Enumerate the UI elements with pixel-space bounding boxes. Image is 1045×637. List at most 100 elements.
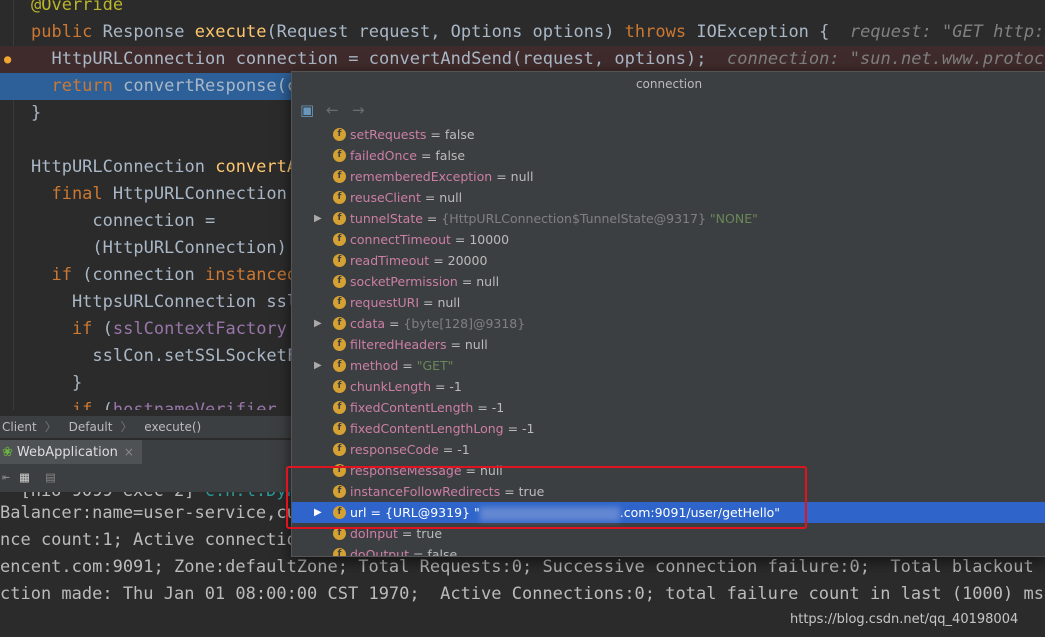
watermark-text: https://blog.csdn.net/qq_40198004 — [790, 612, 1019, 627]
code-token: final — [31, 184, 113, 204]
highlight-annotation-box — [286, 466, 807, 529]
code-token: sslCon.setSSLSocketF — [31, 346, 298, 366]
field-value: = null — [492, 169, 534, 184]
code-token: execute — [194, 22, 267, 42]
expand-arrow-icon[interactable]: ▶ — [314, 355, 322, 376]
field-name: failedOnce — [350, 148, 417, 163]
field-value: = false — [426, 127, 475, 142]
code-token: if — [31, 400, 103, 410]
field-row-chunkLength[interactable]: f chunkLength = -1 — [292, 376, 1045, 397]
field-row-reuseClient[interactable]: f reuseClient = null — [292, 187, 1045, 208]
field-name: fixedContentLength — [350, 400, 474, 415]
field-icon: f — [333, 212, 346, 225]
code-token: } — [31, 373, 83, 393]
field-name: doOutput — [350, 547, 410, 557]
popup-title: connection — [292, 72, 1045, 96]
field-row-cdata[interactable]: ▶ f cdata = {byte[128]@9318} — [292, 313, 1045, 334]
field-string: "NONE" — [705, 211, 758, 226]
field-value: = null — [457, 274, 500, 289]
lightbulb-icon[interactable]: ● — [4, 53, 15, 66]
field-row-doOutput[interactable]: f doOutput = false — [292, 544, 1045, 557]
field-name: rememberedException — [350, 169, 493, 184]
code-token: ( — [102, 400, 113, 410]
field-row-fixedContentLengthLong[interactable]: f fixedContentLengthLong = -1 — [292, 418, 1045, 439]
field-value: = false — [409, 547, 458, 557]
field-icon: f — [333, 149, 346, 162]
console-text: Balancer:name=user-service,cur — [0, 503, 308, 523]
field-value: = — [385, 316, 404, 331]
field-icon: f — [333, 422, 346, 435]
table-icon[interactable]: ▦ — [20, 468, 29, 486]
code-token: ( — [102, 319, 113, 339]
field-string: "GET" — [416, 358, 454, 373]
field-row-connectTimeout[interactable]: f connectTimeout = 10000 — [292, 229, 1045, 250]
run-tab-webapplication[interactable]: ❀ WebApplication × — [0, 440, 142, 466]
field-name: setRequests — [350, 127, 427, 142]
code-token: throws — [624, 22, 697, 42]
field-name: cdata — [350, 316, 386, 331]
code-token: HttpURLConnection — [31, 157, 216, 177]
code-token: convertResponse(c — [123, 76, 298, 96]
run-tab-label: WebApplication — [16, 445, 118, 460]
field-name: responseCode — [350, 442, 439, 457]
field-value: = null — [420, 190, 463, 205]
code-token: (Request request, Options options) — [266, 22, 625, 42]
field-value: = -1 — [503, 421, 535, 436]
code-token: instanceo — [205, 265, 298, 285]
code-line[interactable]: public Response execute(Request request,… — [0, 19, 1045, 46]
field-icon: f — [333, 128, 346, 141]
field-row-fixedContentLength[interactable]: f fixedContentLength = -1 — [292, 397, 1045, 418]
field-icon: f — [333, 233, 346, 246]
field-row-method[interactable]: ▶ f method = "GET" — [292, 355, 1045, 376]
code-token: connection = — [31, 211, 216, 231]
field-row-failedOnce[interactable]: f failedOnce = false — [292, 145, 1045, 166]
field-row-filteredHeaders[interactable]: f filteredHeaders = null — [292, 334, 1045, 355]
field-name: tunnelState — [350, 211, 423, 226]
field-icon: f — [333, 191, 346, 204]
code-token: return — [31, 76, 124, 96]
field-row-tunnelState[interactable]: ▶ f tunnelState = {HttpURLConnection$Tunne… — [292, 208, 1045, 229]
field-value: = null — [446, 337, 488, 352]
breadcrumb-item-method[interactable]: execute() — [144, 420, 201, 434]
layout-icon[interactable]: ▤ — [46, 468, 55, 486]
code-token: public — [31, 22, 103, 42]
back-arrow-icon[interactable]: ← — [326, 101, 339, 119]
field-row-responseCode[interactable]: f responseCode = -1 — [292, 439, 1045, 460]
field-value: = 10000 — [450, 232, 510, 247]
field-name: connectTimeout — [350, 232, 451, 247]
code-line[interactable]: HttpURLConnection connection = convertAn… — [0, 46, 1045, 73]
code-token: HttpURLConnection — [112, 184, 287, 204]
close-icon[interactable]: × — [124, 445, 134, 459]
code-token: (connection — [82, 265, 206, 285]
field-icon: f — [333, 380, 346, 393]
expand-arrow-icon[interactable]: ▶ — [314, 208, 322, 229]
field-row-socketPermission[interactable]: f socketPermission = null — [292, 271, 1045, 292]
field-value: = — [422, 211, 442, 226]
field-icon: f — [333, 275, 346, 288]
field-name: socketPermission — [350, 274, 458, 289]
code-token: if — [31, 265, 83, 285]
object-tree-icon[interactable]: ▣ — [300, 101, 314, 119]
breadcrumb-item-class[interactable]: Client — [2, 420, 37, 434]
field-row-setRequests[interactable]: f setRequests = false — [292, 124, 1045, 145]
field-value: = — [398, 358, 417, 373]
field-row-requestURI[interactable]: f requestURI = null — [292, 292, 1045, 313]
expand-arrow-icon[interactable]: ▶ — [314, 313, 322, 334]
console-text: encent.com:9091; Zone:defaultZone; Total… — [0, 557, 1045, 577]
code-token: HttpsURLConnection ssl — [31, 292, 298, 312]
field-row-readTimeout[interactable]: f readTimeout = 20000 — [292, 250, 1045, 271]
field-value: = -1 — [473, 400, 505, 415]
code-token: @Override — [31, 0, 124, 15]
field-value: = null — [419, 295, 461, 310]
field-icon: f — [333, 548, 346, 556]
code-token: connection: "sun.net.www.protocol." — [726, 49, 1045, 69]
forward-arrow-icon[interactable]: → — [352, 101, 365, 119]
field-icon: f — [333, 254, 346, 267]
field-icon: f — [333, 296, 346, 309]
breadcrumb-item-default[interactable]: Default — [69, 420, 113, 434]
code-token: convertA — [215, 157, 298, 177]
code-line[interactable]: @Override — [0, 0, 1045, 19]
code-token: hostnameVerifier — [112, 400, 277, 410]
field-row-rememberedException[interactable]: f rememberedException = null — [292, 166, 1045, 187]
field-icon: f — [333, 359, 346, 372]
